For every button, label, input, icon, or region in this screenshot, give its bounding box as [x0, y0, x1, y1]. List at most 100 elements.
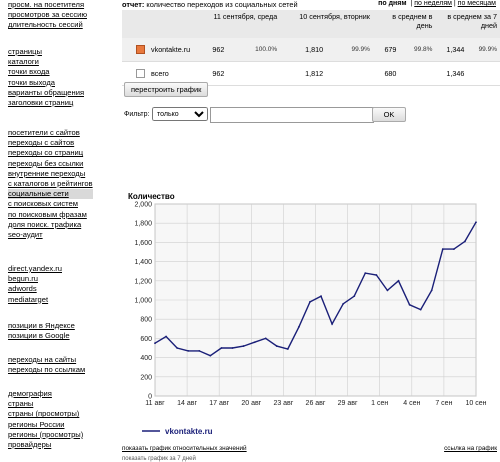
sidebar-item-referrals-from-pages[interactable]: переходы со страниц [8, 148, 93, 158]
sidebar-item-providers[interactable]: провайдеры [8, 440, 83, 450]
cell-d10-pct [326, 61, 373, 86]
sidebar-item-direct-yandex[interactable]: direct.yandex.ru [8, 264, 62, 274]
report-label: отчет: [122, 0, 145, 9]
sidebar-item-catalogs[interactable]: каталоги [8, 57, 84, 67]
sidebar-item-search-engines[interactable]: с поисковых систем [8, 199, 93, 209]
sidebar-group-referrers: посетители с сайтов переходы с сайтов пе… [8, 128, 93, 240]
data-point [320, 295, 322, 298]
sidebar-item-exit-points[interactable]: точки выхода [8, 78, 84, 88]
redraw-chart-button[interactable]: перестроить график [124, 82, 209, 97]
checkbox-total[interactable] [136, 69, 145, 79]
data-point [364, 272, 367, 275]
data-point [253, 341, 256, 344]
period-days: по дням [378, 0, 407, 7]
header-checkbox-col [122, 10, 148, 38]
period-weeks-link[interactable]: по неделям [414, 0, 452, 7]
sidebar-item-mediatarget[interactable]: mediatarget [8, 295, 62, 305]
data-point [386, 289, 389, 292]
cutoff-text: показать график за 7 дней [122, 456, 196, 462]
y-tick-label: 800 [140, 317, 152, 324]
filter-mode-select[interactable]: только [152, 107, 208, 121]
sidebar-item-outgoing-links[interactable]: переходы по ссылкам [8, 365, 85, 375]
header-name-col [148, 10, 194, 38]
stats-table: 11 сентября, среда 10 сентября, вторник … [122, 10, 500, 86]
period-switch: по дням | по неделям | по месяцам [378, 0, 496, 7]
data-point [286, 348, 289, 350]
cell-d11-pct: 100.0% [227, 38, 281, 62]
x-tick-label: 17 авг [209, 400, 229, 407]
traffic-chart: Количество02004006008001,0001,2001,4001,… [128, 192, 487, 436]
sidebar-item-visitors-from-sites[interactable]: посетители с сайтов [8, 128, 93, 138]
sidebar-item-internal-referrals[interactable]: внутренние переходы [8, 169, 93, 179]
sidebar-item-direct-visits[interactable]: переходы без ссылки [8, 159, 93, 169]
data-point [408, 303, 411, 306]
x-tick-label: 14 авг [177, 400, 197, 407]
sidebar-item-countries[interactable]: страны [8, 399, 83, 409]
sidebar-item-referrals-from-sites[interactable]: переходы с сайтов [8, 138, 93, 148]
sidebar-item-entry-points[interactable]: точки входа [8, 67, 84, 77]
y-tick-label: 1,400 [134, 259, 152, 266]
sidebar-item-yandex-positions[interactable]: позиции в Яндексе [8, 321, 75, 331]
sidebar-item-demography[interactable]: демография [8, 389, 83, 399]
sidebar-item-request-variants[interactable]: варианты обращения [8, 88, 84, 98]
x-tick-label: 20 авг [241, 400, 261, 407]
sidebar-group-outgoing: переходы на сайты переходы по ссылкам [8, 355, 85, 375]
cell-avg7: 1,346 [435, 61, 468, 86]
cell-avg-pct: 99.8% [399, 38, 436, 62]
sidebar-item-search-phrases[interactable]: по поисковым фразам [8, 210, 93, 220]
data-point [419, 308, 422, 311]
cell-avg7-pct [467, 61, 500, 86]
cell-d11-pct [227, 61, 281, 86]
data-point [187, 349, 190, 352]
cell-d10: 1,812 [280, 61, 327, 86]
sidebar-item-search-traffic-share[interactable]: доля поиск. трафика [8, 220, 93, 230]
y-tick-label: 1,600 [134, 240, 152, 247]
sidebar-item-begun[interactable]: begun.ru [8, 274, 62, 284]
sidebar-item-seo-audit[interactable]: seo-аудит [8, 230, 93, 240]
y-tick-label: 1,200 [134, 278, 152, 285]
x-tick-label: 29 авг [338, 400, 358, 407]
x-tick-label: 26 авг [306, 400, 326, 407]
sidebar-item-regions-views[interactable]: регионы (просмотры) [8, 430, 83, 440]
relative-values-link[interactable]: показать график относительных значений [122, 445, 247, 452]
sidebar-item-social-networks[interactable]: социальные сети [8, 189, 93, 200]
checkbox-vkontakte[interactable] [136, 45, 145, 55]
y-tick-label: 1,800 [134, 221, 152, 228]
data-point [342, 302, 345, 305]
sidebar-item-page-titles[interactable]: заголовки страниц [8, 98, 84, 108]
filter-input[interactable] [210, 107, 374, 123]
chart-link[interactable]: ссылка на график [444, 445, 497, 452]
data-point [375, 274, 378, 276]
sidebar-item-views-per-visitor[interactable]: просм. на посетителя [8, 0, 87, 10]
sidebar-item-adwords[interactable]: adwords [8, 284, 62, 294]
table-row: vkontakte.ru 962 100.0% 1,810 99.9% 679 … [122, 38, 500, 62]
sidebar-item-views-per-session[interactable]: просмотров за сессию [8, 10, 87, 20]
sidebar-group-positions: позиции в Яндексе позиции в Google [8, 321, 75, 341]
header-day11: 11 сентября, среда [193, 10, 281, 38]
data-point [353, 295, 356, 298]
report-title: количество переходов из социальных сетей [146, 0, 298, 9]
sidebar-item-session-duration[interactable]: длительность сессий [8, 20, 87, 30]
x-tick-label: 11 авг [145, 400, 165, 407]
cell-avg: 680 [372, 61, 400, 86]
sidebar-item-pages[interactable]: страницы [8, 47, 84, 57]
data-point [165, 335, 167, 338]
sidebar-item-countries-views[interactable]: страны (просмотры) [8, 409, 83, 419]
data-point [441, 248, 444, 251]
sidebar-item-outgoing-sites[interactable]: переходы на сайты [8, 355, 85, 365]
sidebar-item-google-positions[interactable]: позиции в Google [8, 331, 75, 341]
x-tick-label: 4 сен [403, 400, 420, 407]
sidebar-group-geo: демография страны страны (просмотры) рег… [8, 389, 83, 450]
data-point [475, 221, 477, 224]
sidebar-group-ads: direct.yandex.ru begun.ru adwords mediat… [8, 264, 62, 305]
data-point [231, 347, 234, 349]
period-months-link[interactable]: по месяцам [458, 0, 496, 7]
filter-ok-button[interactable]: OK [372, 107, 406, 122]
data-point [220, 347, 223, 349]
sidebar-group-pages: страницы каталоги точки входа точки выхо… [8, 47, 84, 108]
data-point [242, 345, 245, 347]
sidebar-item-russia-regions[interactable]: регионы России [8, 420, 83, 430]
y-tick-label: 1,000 [134, 298, 152, 305]
sidebar-item-from-catalogs[interactable]: с каталогов и рейтингов [8, 179, 93, 189]
data-point [309, 301, 311, 303]
